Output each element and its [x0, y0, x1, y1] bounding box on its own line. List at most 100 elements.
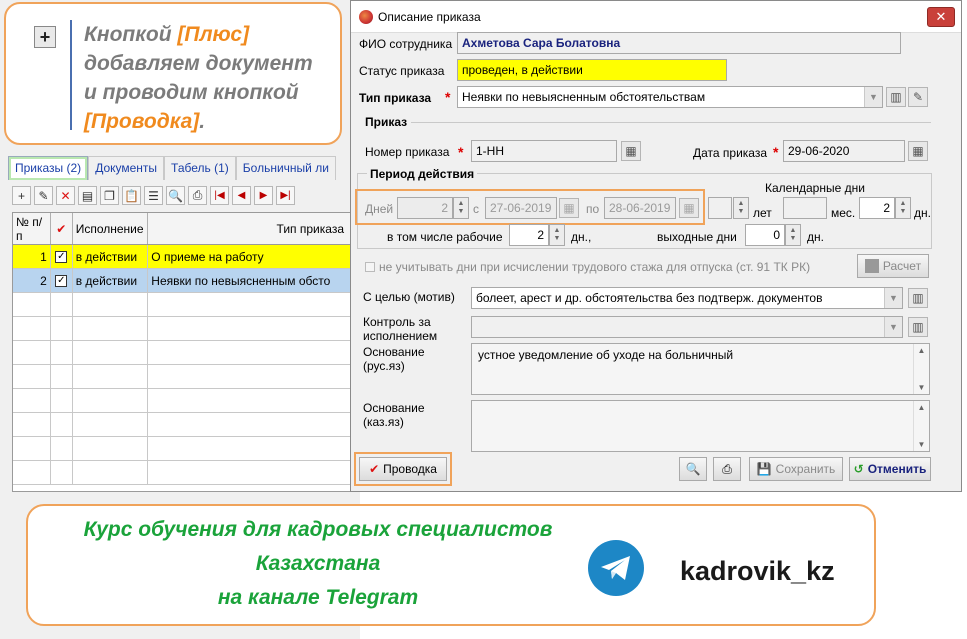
- work-days-spinner[interactable]: ▲ ▼: [549, 224, 565, 246]
- col-check[interactable]: ✔: [51, 213, 73, 244]
- calendar-days-unit: дн.: [914, 206, 931, 220]
- orders-toolbar: + ✎ ✕ ▤ ❐ 📋 ☰ 🔍 ⎙ |◀ ◀ ▶ ▶|: [12, 186, 295, 208]
- table-row: [13, 317, 359, 341]
- order-group-line: [411, 122, 931, 123]
- table-row: [13, 293, 359, 317]
- table-row[interactable]: 1 ✓ в действии О приеме на работу: [13, 245, 359, 269]
- work-days-label: в том числе рабочие: [387, 230, 503, 244]
- calc-button[interactable]: Расчет: [857, 254, 929, 278]
- undo-icon: ↺: [853, 462, 864, 476]
- chevron-down-icon[interactable]: ▼: [884, 317, 902, 337]
- dialog-title: Описание приказа: [378, 10, 481, 24]
- tab-timesheet[interactable]: Табель (1): [164, 156, 236, 180]
- work-days-field[interactable]: 2: [509, 224, 549, 246]
- order-date-field[interactable]: 29-06-2020: [783, 140, 905, 162]
- callout-line1a: Кнопкой: [84, 23, 178, 46]
- row-checkbox[interactable]: ✓: [55, 274, 68, 287]
- col-type[interactable]: Тип приказа: [148, 213, 359, 244]
- order-description-dialog: Описание приказа ✕ ФИО сотрудника Ахмето…: [350, 0, 962, 492]
- edit-reference-icon[interactable]: ✎: [908, 87, 928, 107]
- print-button[interactable]: ⎙: [713, 457, 741, 481]
- table-row[interactable]: 2 ✓ в действии Неявки по невыясненным об…: [13, 269, 359, 293]
- edit-icon[interactable]: ✎: [34, 186, 53, 205]
- scrollbar[interactable]: ▲ ▼: [913, 401, 929, 451]
- post-button[interactable]: ✔ Проводка: [359, 457, 447, 481]
- required-marker: *: [458, 144, 464, 160]
- calc-icon: [864, 259, 879, 273]
- chevron-down-icon[interactable]: ▼: [884, 288, 902, 308]
- instruction-callout: + Кнопкой [Плюс] добавляем документ и пр…: [4, 2, 342, 145]
- add-icon[interactable]: +: [12, 186, 31, 205]
- banner-line3: на канале Telegram: [217, 586, 419, 609]
- number-label: Номер приказа: [365, 145, 450, 159]
- order-group-label: Приказ: [365, 115, 408, 129]
- callout-post-highlight: [Проводка]: [84, 110, 200, 133]
- cancel-button[interactable]: ↺ Отменить: [849, 457, 931, 481]
- row-status: в действии: [73, 269, 149, 292]
- calendar-days-field[interactable]: 2: [859, 197, 895, 219]
- control-select[interactable]: ▼: [471, 316, 903, 338]
- chevron-down-icon[interactable]: ▼: [864, 87, 882, 107]
- telegram-icon[interactable]: [588, 540, 644, 596]
- callout-period: .: [199, 110, 206, 133]
- type-select[interactable]: Неявки по невыясненным обстоятельствам ▼: [457, 86, 883, 108]
- type-label: Тип приказа: [359, 91, 432, 105]
- delete-icon[interactable]: ✕: [56, 186, 75, 205]
- print-icon: ⎙: [722, 461, 732, 476]
- check-icon: ✔: [369, 462, 380, 476]
- table-row: [13, 413, 359, 437]
- preview-button[interactable]: 🔍: [679, 457, 707, 481]
- reference-book-icon[interactable]: ▥: [908, 288, 928, 308]
- purpose-select[interactable]: болеет, арест и др. обстоятельства без п…: [471, 287, 903, 309]
- app-icon: [359, 10, 373, 24]
- fio-field[interactable]: Ахметова Сара Болатовна: [457, 32, 901, 54]
- exclude-checkbox[interactable]: [365, 262, 375, 272]
- save-button[interactable]: 💾 Сохранить: [749, 457, 843, 481]
- document-icon[interactable]: ▤: [78, 186, 97, 205]
- calendar-icon[interactable]: ▦: [908, 141, 928, 161]
- channel-name[interactable]: kadrovik_kz: [680, 556, 835, 587]
- control-label: Контроль за исполнением: [363, 315, 438, 343]
- years-field[interactable]: [708, 197, 732, 219]
- paste-icon[interactable]: 📋: [122, 186, 141, 205]
- close-button[interactable]: ✕: [927, 7, 955, 27]
- scrollbar[interactable]: ▲ ▼: [913, 344, 929, 394]
- callout-line2: добавляем документ: [84, 52, 313, 75]
- copy-icon[interactable]: ❐: [100, 186, 119, 205]
- reference-book-icon[interactable]: ▥: [908, 317, 928, 337]
- months-field[interactable]: [783, 197, 827, 219]
- first-record-icon[interactable]: |◀: [210, 186, 229, 205]
- col-num[interactable]: № п/п: [13, 213, 51, 244]
- row-checkbox[interactable]: ✓: [55, 250, 68, 263]
- reference-book-icon[interactable]: ▥: [886, 87, 906, 107]
- banner-line2: Казахстана: [255, 552, 381, 575]
- years-spinner[interactable]: ▲ ▼: [733, 197, 749, 219]
- status-label: Статус приказа: [359, 64, 445, 78]
- required-marker: *: [773, 144, 779, 160]
- dialog-titlebar[interactable]: Описание приказа ✕: [351, 1, 961, 33]
- weekend-days-spinner[interactable]: ▲ ▼: [785, 224, 801, 246]
- prev-record-icon[interactable]: ◀: [232, 186, 251, 205]
- preview-icon[interactable]: 🔍: [166, 186, 185, 205]
- tab-orders[interactable]: Приказы (2): [8, 156, 89, 180]
- col-status[interactable]: Исполнение: [73, 213, 149, 244]
- properties-icon[interactable]: ☰: [144, 186, 163, 205]
- basis-kz-textarea[interactable]: ▲ ▼: [471, 400, 930, 452]
- calendar-days-spinner[interactable]: ▲ ▼: [895, 197, 911, 219]
- tab-documents[interactable]: Документы: [88, 156, 165, 180]
- row-check-cell: ✓: [51, 245, 73, 268]
- generate-number-icon[interactable]: ▦: [621, 141, 641, 161]
- tab-sick-leave[interactable]: Больничный ли: [235, 156, 336, 180]
- fio-label: ФИО сотрудника: [359, 37, 453, 51]
- status-field[interactable]: проведен, в действии: [457, 59, 727, 81]
- next-record-icon[interactable]: ▶: [254, 186, 273, 205]
- last-record-icon[interactable]: ▶|: [276, 186, 295, 205]
- print-icon[interactable]: ⎙: [188, 186, 207, 205]
- weekend-days-field[interactable]: 0: [745, 224, 785, 246]
- basis-ru-textarea[interactable]: устное уведомление об уходе на больничны…: [471, 343, 930, 395]
- number-field[interactable]: 1-НН: [471, 140, 617, 162]
- save-button-label: Сохранить: [775, 462, 836, 476]
- weekend-label: выходные дни: [657, 230, 737, 244]
- date-label: Дата приказа: [693, 146, 768, 160]
- period-highlight: [355, 189, 705, 225]
